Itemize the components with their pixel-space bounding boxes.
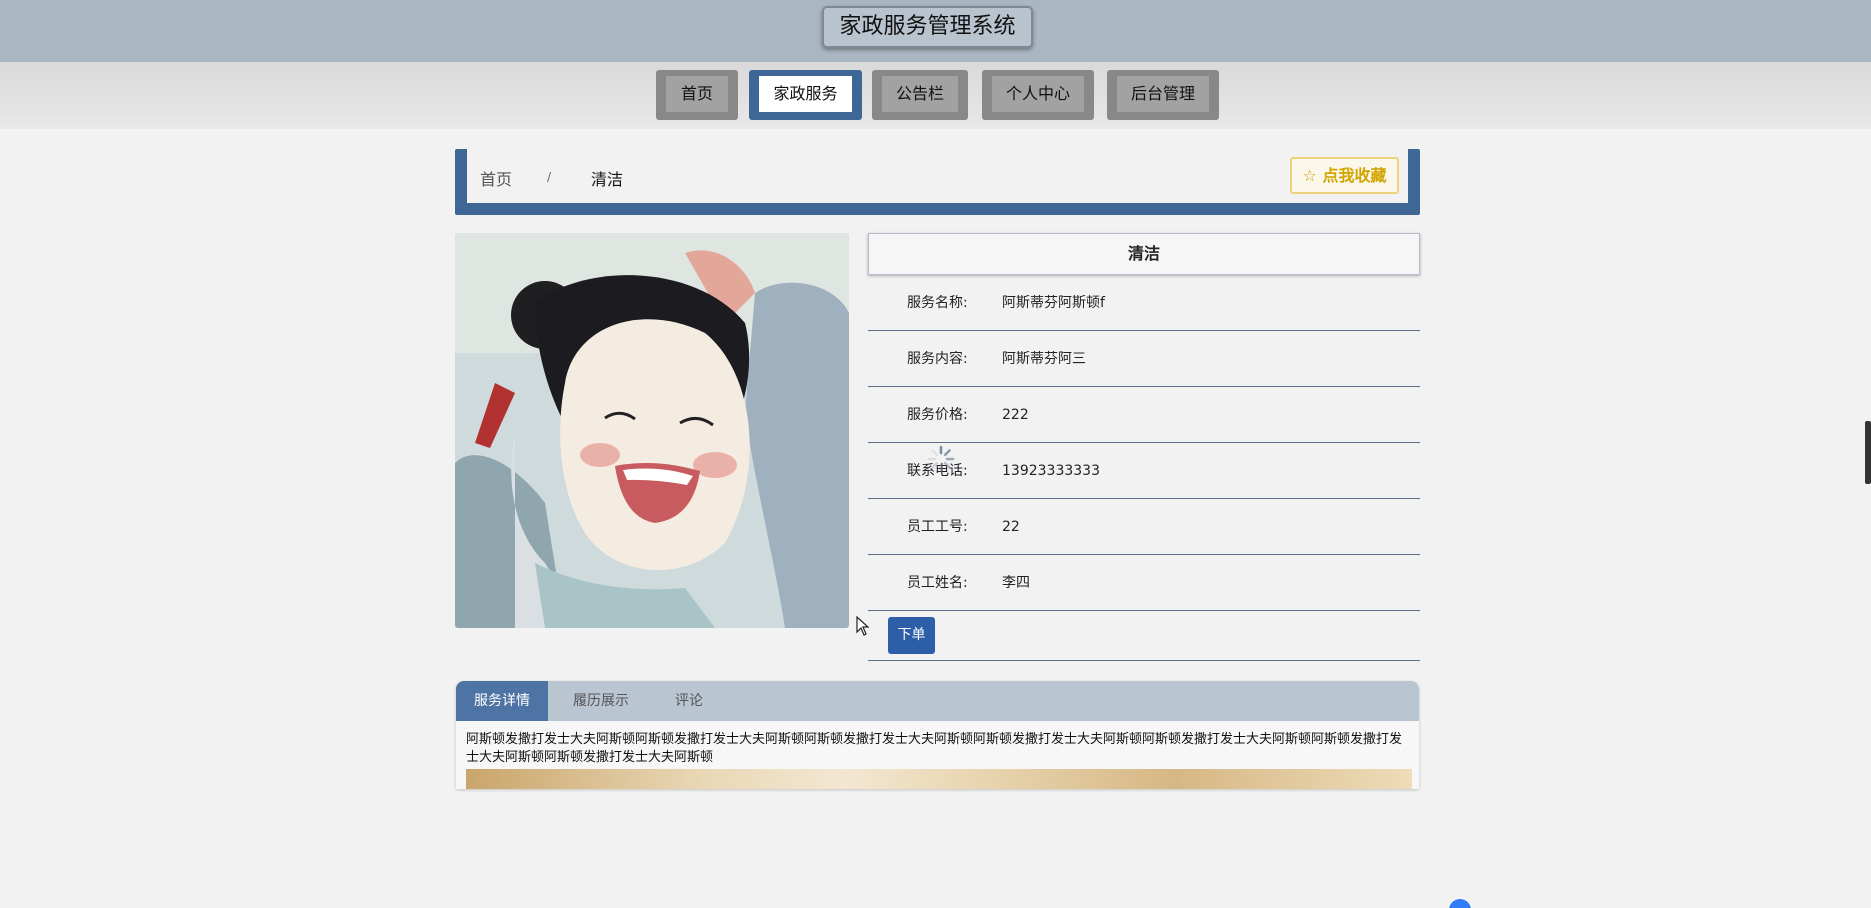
- order-button[interactable]: 下单: [888, 617, 935, 654]
- loading-spinner-icon: [927, 445, 955, 473]
- nav-item-label: 首页: [666, 76, 728, 112]
- service-description-image: [466, 769, 1412, 789]
- detail-value: 李四: [1002, 575, 1030, 591]
- detail-row-service-content: 服务内容: 阿斯蒂芬阿三: [868, 331, 1420, 387]
- service-tabs-panel: 服务详情 履历展示 评论 阿斯顿发撒打发士大夫阿斯顿阿斯顿发撒打发士大夫阿斯顿阿…: [456, 681, 1419, 789]
- nav-item-label: 后台管理: [1117, 76, 1209, 112]
- scrollbar-handle[interactable]: [1865, 421, 1871, 484]
- tab-comments[interactable]: 评论: [654, 681, 724, 721]
- nav-item-admin[interactable]: 后台管理: [1107, 70, 1219, 120]
- order-row: 下单: [868, 609, 1420, 661]
- breadcrumb-current: 清洁: [591, 170, 624, 189]
- detail-label: 服务名称:: [907, 295, 968, 311]
- detail-label: 员工工号:: [907, 519, 968, 535]
- nav-item-notice-board[interactable]: 公告栏: [872, 70, 968, 120]
- nav-item-label: 家政服务: [759, 76, 852, 112]
- nav-item-label: 公告栏: [882, 76, 958, 112]
- breadcrumb-separator: /: [547, 170, 552, 184]
- favorite-button-label: 点我收藏: [1322, 166, 1387, 185]
- detail-value: 13923333333: [1002, 463, 1100, 479]
- site-title: 家政服务管理系统: [822, 6, 1033, 48]
- service-description-text: 阿斯顿发撒打发士大夫阿斯顿阿斯顿发撒打发士大夫阿斯顿阿斯顿发撒打发士大夫阿斯顿阿…: [466, 732, 1403, 765]
- breadcrumb-home-link[interactable]: 首页: [480, 166, 512, 190]
- detail-label: 服务内容:: [907, 351, 968, 367]
- detail-row-service-name: 服务名称: 阿斯蒂芬阿斯顿f: [868, 275, 1420, 331]
- detail-row-employee-id: 员工工号: 22: [868, 499, 1420, 555]
- nav-item-label: 个人中心: [992, 76, 1084, 112]
- detail-row-employee-name: 员工姓名: 李四: [868, 555, 1420, 611]
- nav-item-home[interactable]: 首页: [656, 70, 738, 120]
- detail-value: 22: [1002, 519, 1020, 535]
- service-detail-title: 清洁: [868, 233, 1420, 275]
- detail-value: 阿斯蒂芬阿三: [1002, 351, 1086, 367]
- tabs-header: 服务详情 履历展示 评论: [456, 681, 1419, 721]
- tab-service-details[interactable]: 服务详情: [456, 681, 548, 721]
- floating-assistant-icon[interactable]: [1449, 899, 1471, 908]
- star-outline-icon: ☆: [1302, 166, 1317, 185]
- detail-label: 服务价格:: [907, 407, 968, 423]
- anime-girl-illustration: [455, 233, 849, 628]
- detail-row-service-price: 服务价格: 222: [868, 387, 1420, 443]
- detail-label: 员工姓名:: [907, 575, 968, 591]
- tab-resume[interactable]: 履历展示: [548, 681, 654, 721]
- mouse-cursor-icon: [856, 616, 870, 636]
- favorite-button[interactable]: ☆ 点我收藏: [1290, 157, 1399, 194]
- service-image: [455, 233, 849, 628]
- nav-item-personal-center[interactable]: 个人中心: [982, 70, 1094, 120]
- detail-value: 222: [1002, 407, 1029, 423]
- detail-value: 阿斯蒂芬阿斯顿f: [1002, 295, 1105, 311]
- nav-item-housekeeping[interactable]: 家政服务: [749, 70, 862, 120]
